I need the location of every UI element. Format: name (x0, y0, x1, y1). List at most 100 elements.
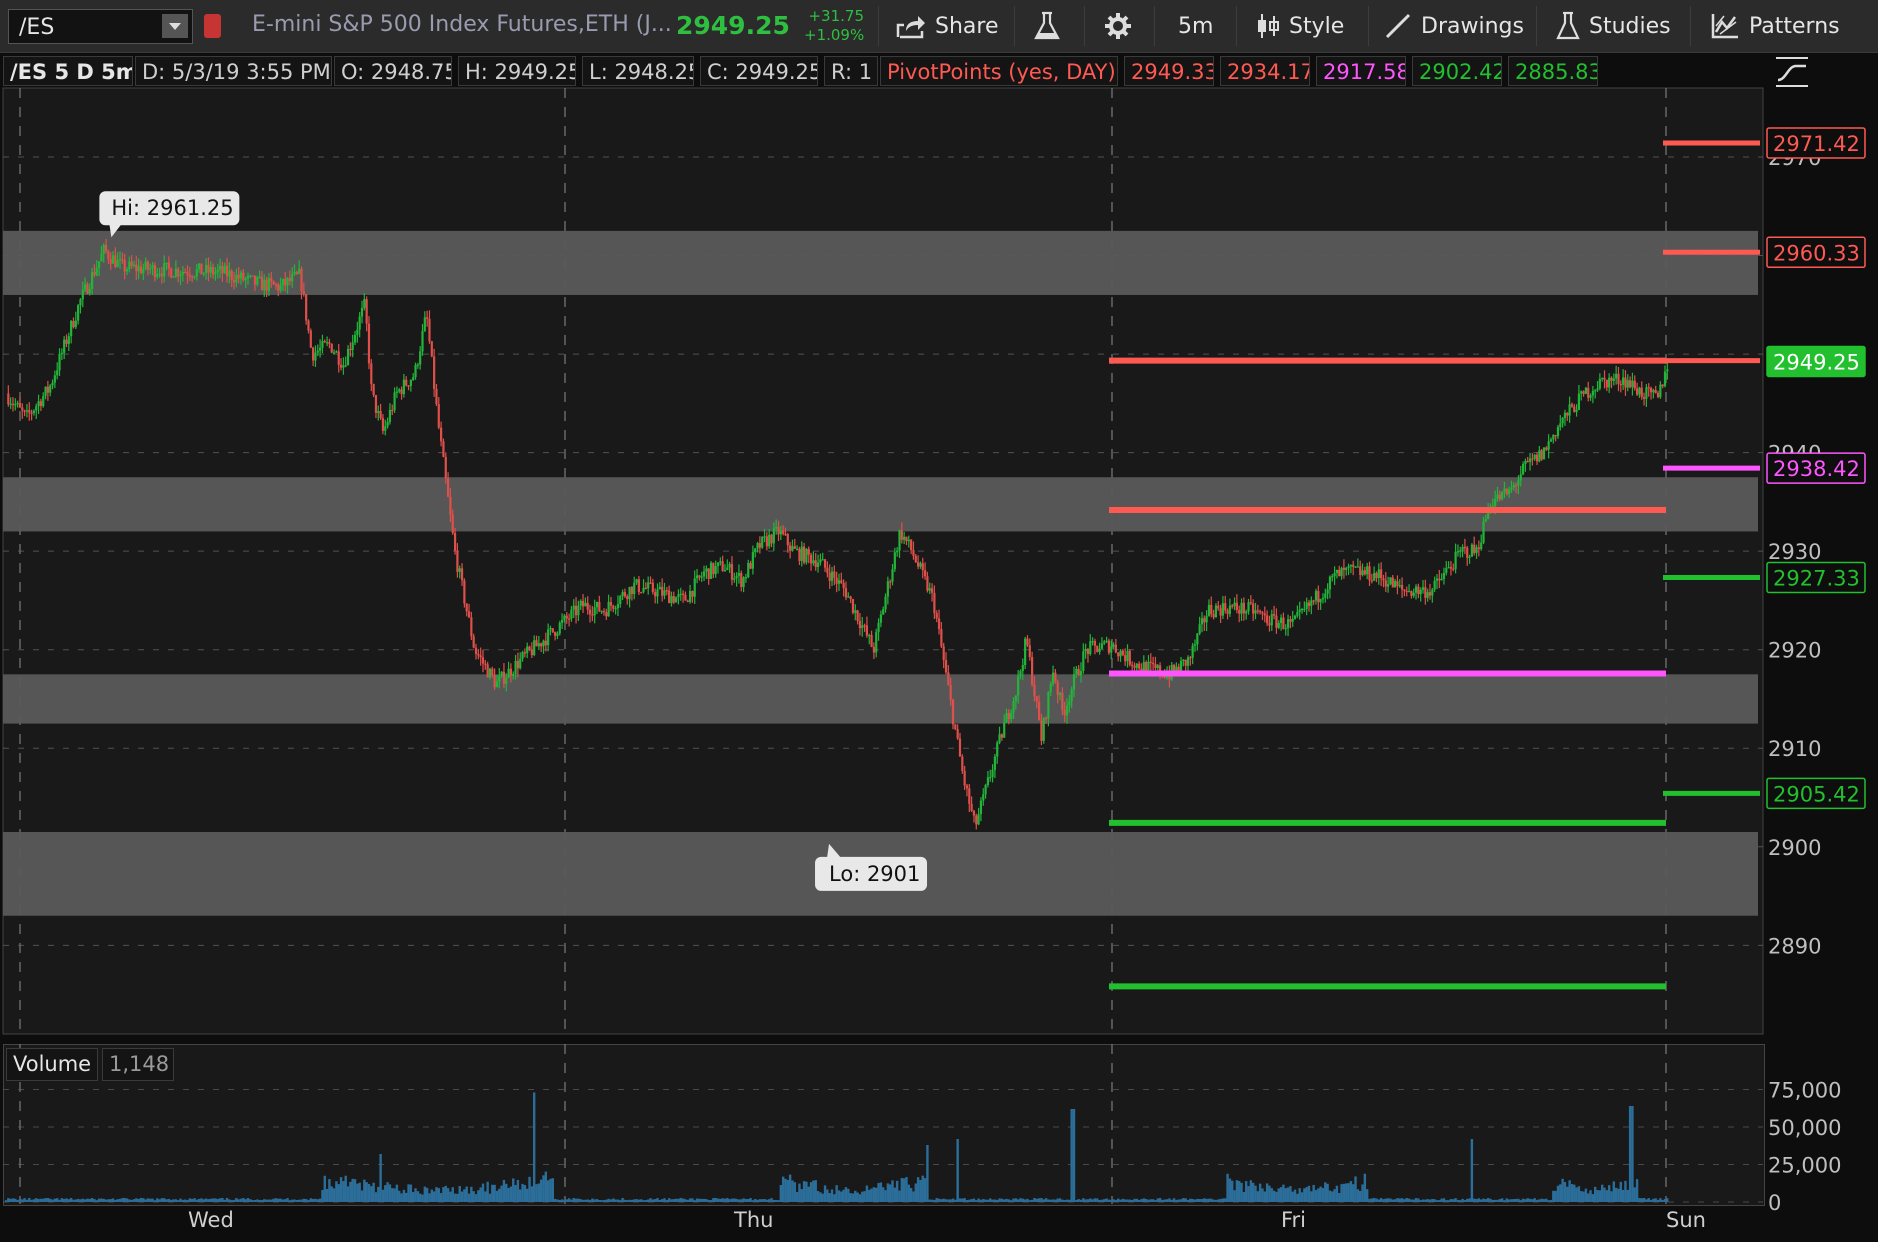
candle-body (186, 272, 189, 276)
candle-body (170, 268, 173, 278)
candle-body (993, 756, 996, 770)
candle-body (1561, 418, 1564, 424)
candle-body (807, 548, 810, 555)
candle-body (512, 673, 515, 676)
separator (1154, 6, 1155, 46)
candle-body (1105, 640, 1108, 642)
y-tick-label: 2900 (1768, 836, 1821, 860)
candle-body (619, 596, 622, 604)
symbol-text[interactable]: /ES (19, 15, 54, 40)
candle-body (900, 530, 903, 540)
candle-body (1070, 689, 1073, 702)
candle-body (312, 347, 315, 361)
candle-body (100, 254, 103, 262)
candle-body (944, 660, 948, 673)
drawings-button[interactable]: Drawings (1384, 0, 1524, 52)
candle-body (11, 403, 15, 405)
candle-body (707, 568, 710, 579)
candle-body (428, 318, 431, 342)
candle-body (351, 342, 354, 350)
candle-body (695, 575, 699, 579)
share-button[interactable]: Share (896, 0, 999, 52)
alert-flag-icon[interactable] (204, 14, 221, 38)
candle-body (323, 341, 326, 343)
candle-body (1503, 488, 1506, 492)
candle-body (1156, 665, 1159, 668)
candle-body (442, 441, 445, 457)
candle-body (1191, 645, 1194, 658)
candle-body (1433, 580, 1436, 590)
candle-body (319, 347, 322, 351)
candle-body (1528, 458, 1532, 462)
candle-body (379, 411, 382, 419)
candle-body (1338, 569, 1341, 577)
symbol-input[interactable]: /ES (8, 9, 193, 44)
volume-pane (3, 1044, 1765, 1206)
candle-body (163, 263, 166, 277)
candle-body (1210, 604, 1213, 615)
candle-body (551, 628, 554, 632)
timeframe-button[interactable]: 5m (1178, 0, 1213, 52)
expand-chart-button[interactable] (1772, 54, 1812, 90)
candle-body (1240, 602, 1243, 614)
candle-body (253, 275, 257, 285)
candle-body (144, 261, 147, 269)
candle-body (758, 543, 761, 548)
candle-body (1393, 581, 1397, 588)
candle-body (1147, 661, 1150, 674)
y-tick-label: 2890 (1768, 934, 1821, 958)
candle-body (1403, 589, 1406, 591)
candle-body (1456, 551, 1460, 553)
candle-body (381, 418, 385, 431)
candle-body (940, 629, 943, 647)
candle-body (1128, 650, 1131, 665)
candle-body (77, 305, 80, 321)
candle-body (1245, 611, 1248, 614)
candle-body (593, 607, 596, 616)
candle-body (919, 563, 922, 567)
candle-body (1089, 641, 1092, 655)
candle-body (856, 610, 859, 621)
candle-body (244, 278, 247, 281)
candle-body (1256, 610, 1259, 612)
symbol-dropdown-button[interactable] (162, 14, 188, 38)
candle-body (88, 288, 91, 294)
candle-body (1133, 665, 1136, 668)
candle-body (1638, 387, 1641, 395)
candle-body (1447, 567, 1450, 569)
candle-body (933, 592, 936, 614)
candle-body (1007, 712, 1010, 720)
candle-body (1521, 463, 1525, 475)
candle-body (1163, 675, 1166, 678)
studies-button[interactable]: Studies (1556, 0, 1671, 52)
candle-body (174, 268, 177, 277)
candle-body (1391, 577, 1394, 588)
candle-body (1545, 447, 1548, 450)
candle-body (86, 284, 89, 294)
candle-body (854, 610, 857, 613)
candle-body (1261, 612, 1264, 614)
patterns-button[interactable]: Patterns (1710, 0, 1840, 52)
candle-body (1652, 390, 1655, 393)
candle-body (211, 267, 215, 275)
candle-body (1189, 657, 1192, 659)
candle-body (949, 685, 952, 700)
study-name[interactable]: PivotPoints (yes, DAY) (880, 56, 1118, 86)
style-button[interactable]: Style (1256, 0, 1344, 52)
candle-body (1591, 390, 1594, 396)
candle-body (675, 597, 678, 603)
candle-body (1573, 406, 1576, 412)
lab-button[interactable] (1034, 0, 1060, 52)
candle-body (1242, 602, 1245, 614)
candle-body (968, 788, 971, 804)
candle-body (744, 577, 748, 579)
candle-body (1126, 650, 1129, 662)
candle-body (135, 264, 138, 272)
studies-label: Studies (1589, 13, 1671, 39)
candle-body (465, 603, 468, 612)
candle-body (1024, 638, 1027, 666)
candle-body (586, 602, 589, 610)
settings-button[interactable] (1104, 0, 1132, 52)
candle-body (1373, 573, 1376, 581)
candle-body (505, 677, 508, 684)
